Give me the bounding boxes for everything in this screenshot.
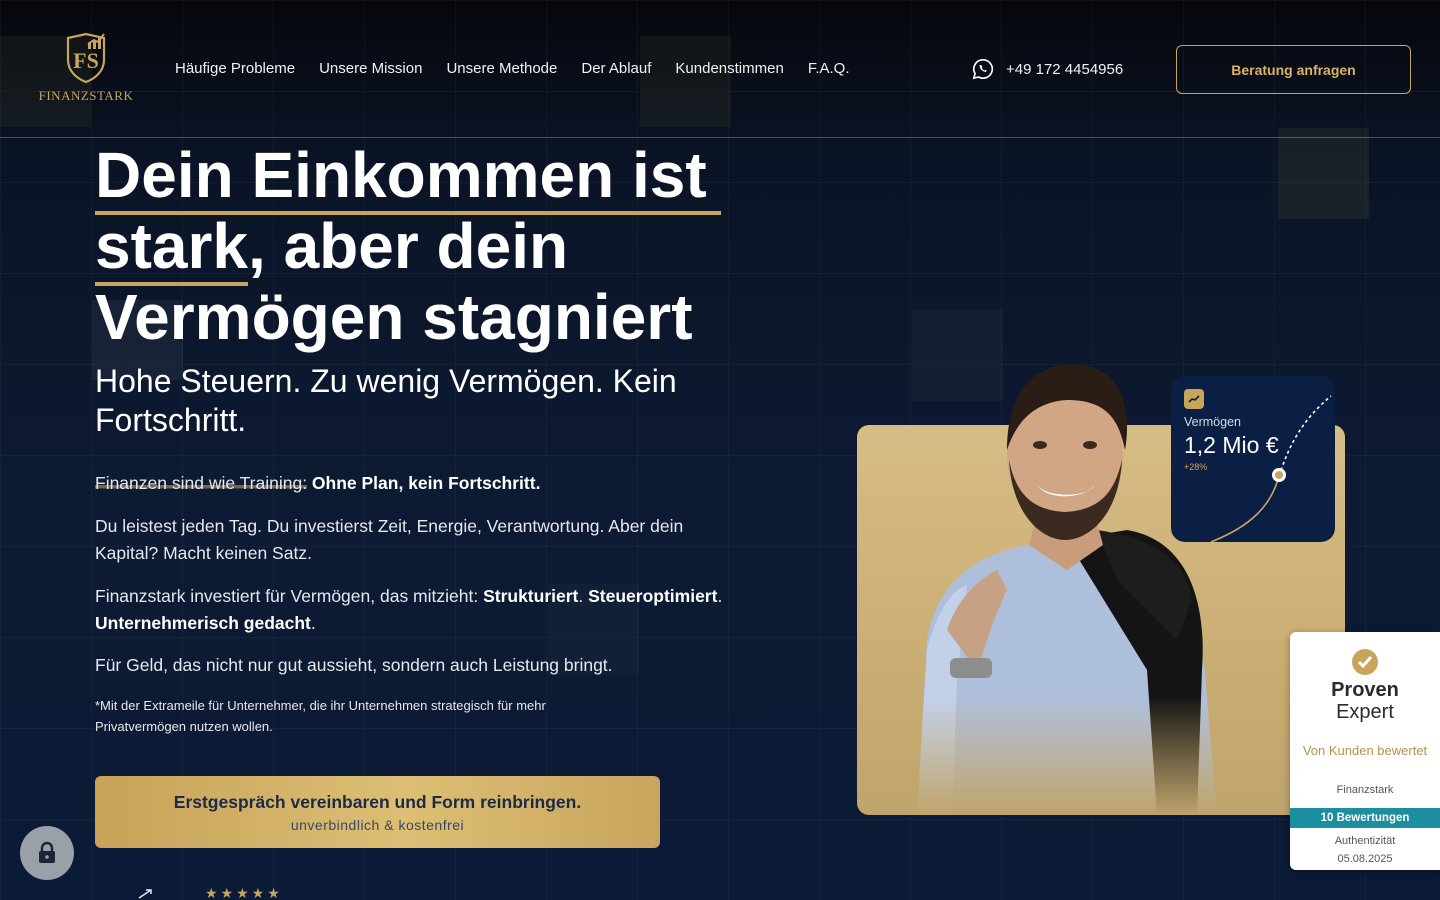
site-header: FS FINANZSTARK Häufige Probleme Unsere M… bbox=[0, 0, 1440, 138]
headline-part-2: stark bbox=[95, 210, 248, 286]
phone-number: +49 172 4454956 bbox=[1006, 60, 1124, 78]
svg-text:FS: FS bbox=[73, 48, 99, 73]
footnote: *Mit der Extrameile für Unternehmer, die… bbox=[95, 698, 546, 734]
erstgespraech-button[interactable]: Erstgespräch vereinbaren und Form reinbr… bbox=[95, 776, 660, 848]
logo[interactable]: FS FINANZSTARK bbox=[38, 30, 134, 104]
headline-part-1: Dein Einkommen ist bbox=[95, 139, 721, 215]
p3-bold-2: Steueroptimiert bbox=[588, 586, 718, 606]
hero-subheadline: Hohe Steuern. Zu wenig Vermögen. Kein Fo… bbox=[95, 363, 677, 438]
whatsapp-icon bbox=[972, 59, 994, 80]
proven-company: Finanzstark bbox=[1336, 784, 1394, 796]
proven-authenticity: Authentizität bbox=[1334, 835, 1396, 847]
p3-text: Finanzstark investiert für Vermögen, das… bbox=[95, 586, 484, 606]
lock-icon bbox=[39, 841, 55, 863]
beratung-anfragen-button[interactable]: Beratung anfragen bbox=[1176, 45, 1411, 94]
proven-reviews: 10 Bewertungen bbox=[1290, 808, 1440, 828]
p3-end: . bbox=[310, 613, 316, 633]
nav-item-ablauf[interactable]: Der Ablauf bbox=[581, 60, 651, 77]
check-circle-icon bbox=[1352, 649, 1378, 675]
proven-title-1: Proven bbox=[1331, 679, 1399, 701]
wealth-widget: Vermögen 1,2 Mio € +28% bbox=[1171, 376, 1335, 542]
p3-sep: . bbox=[578, 586, 589, 606]
arrow-icon bbox=[138, 889, 152, 899]
headline-part-3: , aber dein bbox=[248, 210, 569, 282]
p3-sep: . bbox=[717, 586, 723, 606]
paragraph-3: Finanzstark investiert für Vermögen, das… bbox=[95, 583, 745, 637]
paragraph-4: Für Geld, das nicht nur gut aussieht, so… bbox=[95, 655, 613, 675]
phone-link[interactable]: +49 172 4454956 bbox=[972, 58, 1123, 80]
cta-main-sublabel: unverbindlich & kostenfrei bbox=[290, 816, 465, 833]
rating-stars: ★★★★★ bbox=[205, 885, 283, 900]
privacy-settings-button[interactable] bbox=[20, 826, 74, 880]
bg-tile bbox=[1278, 128, 1369, 219]
logo-shield-icon: FS bbox=[66, 32, 106, 84]
p3-bold-1: Strukturiert bbox=[483, 586, 579, 606]
nav-item-faq[interactable]: F.A.Q. bbox=[808, 60, 850, 77]
proven-title-2: Expert bbox=[1336, 701, 1394, 723]
cta-main-label: Erstgespräch vereinbaren und Form reinbr… bbox=[173, 791, 582, 812]
nav-item-kundenstimmen[interactable]: Kundenstimmen bbox=[675, 60, 783, 77]
nav-item-mission[interactable]: Unsere Mission bbox=[319, 60, 422, 77]
proven-expert-badge[interactable]: Proven Expert Von Kunden bewertet Finanz… bbox=[1290, 632, 1440, 870]
main-nav: Häufige Probleme Unsere Mission Unsere M… bbox=[175, 60, 850, 77]
intro-bold: Ohne Plan, kein Fortschritt. bbox=[307, 473, 541, 493]
nav-item-probleme[interactable]: Häufige Probleme bbox=[175, 60, 295, 77]
nav-item-methode[interactable]: Unsere Methode bbox=[446, 60, 557, 77]
p3-bold-3: Unternehmerisch gedacht bbox=[95, 613, 311, 633]
headline-part-4: Vermögen stagniert bbox=[95, 281, 693, 353]
brand-name: FINANZSTARK bbox=[38, 88, 134, 103]
proven-date: 05.08.2025 bbox=[1337, 853, 1393, 865]
hero-headline: Dein Einkommen ist stark, aber dein Verm… bbox=[95, 139, 775, 353]
intro-highlight: Finanzen sind wie Training: bbox=[95, 473, 308, 493]
wealth-curve bbox=[1210, 395, 1332, 542]
paragraph-2: Du leistest jeden Tag. Du investierst Ze… bbox=[95, 516, 684, 563]
intro-paragraph: Finanzen sind wie Training: Ohne Plan, k… bbox=[95, 470, 745, 497]
proven-rated-by: Von Kunden bewertet bbox=[1302, 743, 1428, 758]
